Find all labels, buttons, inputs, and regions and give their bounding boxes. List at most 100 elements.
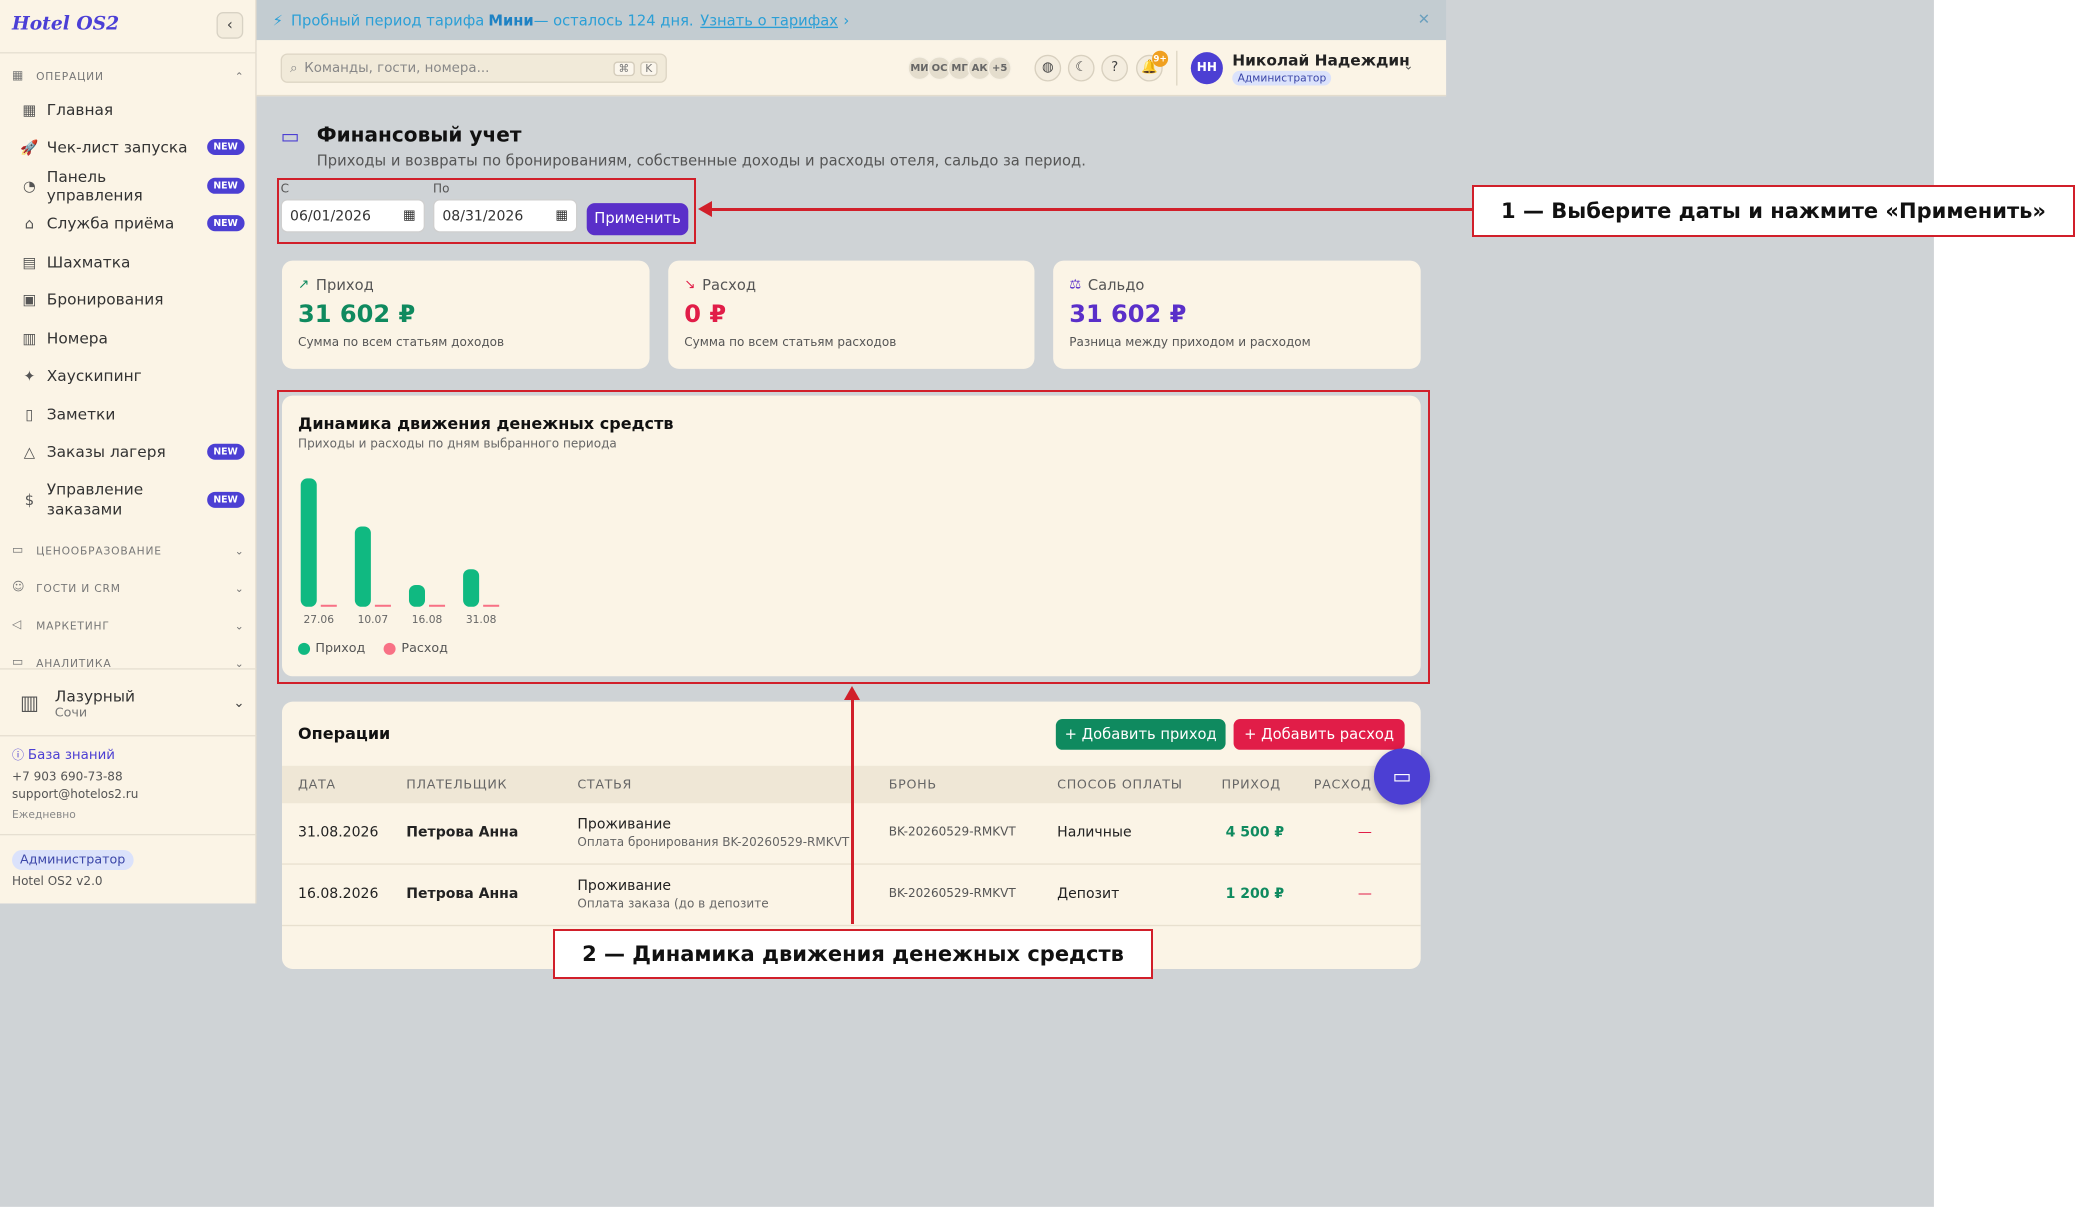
dollar-doc-icon: $ xyxy=(24,491,35,509)
sidebar-item-label: Чек-лист запуска xyxy=(46,137,188,157)
command-search-input[interactable]: ⌕ Команды, гости, номера... ⌘ K xyxy=(280,53,667,83)
row-item-note: Оплата заказа (до в депозите xyxy=(577,898,769,912)
row-payer: Петрова Анна xyxy=(406,824,519,841)
online-users[interactable]: МИ ОС МГ АК +5 xyxy=(907,56,1012,81)
top-bar: ⌕ Команды, гости, номера... ⌘ K МИ ОС МГ… xyxy=(256,40,1447,97)
user-avatar[interactable]: НН xyxy=(1190,52,1223,85)
row-booking[interactable]: BK-20260529-RMKVT xyxy=(889,887,1016,900)
annotation-box-dates xyxy=(277,178,696,244)
column-header[interactable]: ПЛАТЕЛЬЩИК xyxy=(406,778,507,793)
palette-button[interactable]: ◍ xyxy=(1034,54,1062,82)
user-name[interactable]: Николай Надеждин xyxy=(1232,51,1410,70)
layers-icon: ▦ xyxy=(12,69,25,83)
column-header[interactable]: СТАТЬЯ xyxy=(577,778,632,793)
row-booking[interactable]: BK-20260529-RMKVT xyxy=(889,826,1016,839)
sidebar-item-label: Бронирования xyxy=(46,290,164,309)
column-header[interactable]: ДАТА xyxy=(298,778,336,793)
chevron-up-icon: ⌃ xyxy=(234,70,245,83)
section-marketing[interactable]: ◁ МАРКЕТИНГ ⌄ xyxy=(12,616,245,635)
row-expense: — xyxy=(1357,886,1372,903)
notification-count: 9+ xyxy=(1152,50,1169,67)
row-income: 1 200 ₽ xyxy=(1225,886,1285,903)
annotation-arrow-head xyxy=(698,201,712,217)
annotation-arrow-line xyxy=(851,699,854,924)
hotel-name: Лазурный xyxy=(54,686,135,706)
row-date: 31.08.2026 xyxy=(298,824,379,841)
help-button[interactable]: ? xyxy=(1101,54,1129,82)
note-icon: ▯ xyxy=(25,405,34,424)
balance-note: Разница между приходом и расходом xyxy=(1069,336,1311,351)
column-header[interactable]: РАСХОД xyxy=(1314,778,1372,793)
knowledge-base-label: База знаний xyxy=(27,748,115,764)
sidebar-item-control-panel[interactable]: ◔ Панель управления NEW xyxy=(20,167,245,204)
sidebar-item-chessboard[interactable]: ▤ Шахматка xyxy=(20,249,245,276)
expense-card-header: ↘ Расход xyxy=(684,277,756,294)
chat-icon: ▭ xyxy=(1392,764,1412,789)
section-pricing[interactable]: ▭ ЦЕНООБРАЗОВАНИЕ ⌄ xyxy=(12,541,245,560)
chevron-down-icon[interactable]: ⌄ xyxy=(1403,60,1413,73)
hotel-switcher[interactable]: ▥ Лазурный Сочи ⌄ xyxy=(20,682,245,725)
layers-icon: ▭ xyxy=(12,543,25,558)
search-icon: ⌕ xyxy=(290,60,298,76)
income-note: Сумма по всем статьям доходов xyxy=(298,336,505,351)
section-operations[interactable]: ▦ ОПЕРАЦИИ ⌃ xyxy=(12,67,245,86)
sidebar-item-label: Номера xyxy=(46,328,108,348)
new-badge: NEW xyxy=(206,138,245,156)
lightning-icon: ⚡ xyxy=(272,11,283,29)
sidebar-item-order-management[interactable]: $ Управление заказами NEW xyxy=(20,478,245,521)
column-header[interactable]: СПОСОБ ОПЛАТЫ xyxy=(1057,778,1182,793)
expense-label: Расход xyxy=(702,276,757,295)
sidebar-item-housekeeping[interactable]: ✦ Хаускипинг xyxy=(20,362,245,389)
sidebar-item-label: Хаускипинг xyxy=(46,366,142,385)
gauge-icon: ◔ xyxy=(22,177,36,195)
sidebar-item-bookings[interactable]: ▣ Бронирования xyxy=(20,286,245,313)
divider xyxy=(0,735,257,737)
sparkle-icon: ✦ xyxy=(23,366,36,385)
divider xyxy=(0,52,257,54)
expense-card: ↘ Расход 0 ₽ Сумма по всем статьям расход… xyxy=(668,260,1035,369)
sidebar-item-launch-checklist[interactable]: 🚀 Чек-лист запуска NEW xyxy=(20,134,245,161)
divider xyxy=(0,833,257,836)
trend-down-icon: ↘ xyxy=(684,277,696,293)
scales-icon: ⚖ xyxy=(1069,277,1082,293)
plus-icon: + xyxy=(1244,725,1257,744)
section-label: ЦЕНООБРАЗОВАНИЕ xyxy=(36,544,162,557)
income-card-header: ↗ Приход xyxy=(298,277,374,294)
column-header[interactable]: ПРИХОД xyxy=(1222,778,1281,793)
theme-toggle-button[interactable]: ☾ xyxy=(1067,54,1095,82)
support-email[interactable]: support@hotelos2.ru xyxy=(12,789,138,802)
sidebar-item-camp-orders[interactable]: △ Заказы лагеря NEW xyxy=(20,438,245,465)
chat-button[interactable]: ▭ xyxy=(1373,748,1431,805)
shortcut-key: K xyxy=(639,60,658,76)
megaphone-icon: ◁ xyxy=(12,618,23,633)
add-expense-button[interactable]: + Добавить расход xyxy=(1233,719,1405,750)
new-badge: NEW xyxy=(206,443,245,460)
sidebar-item-notes[interactable]: ▯ Заметки xyxy=(20,401,245,428)
annotation-arrow-head xyxy=(844,686,860,700)
chevron-down-icon: ⌄ xyxy=(233,695,245,711)
promo-suffix: — осталось 124 дня. xyxy=(533,11,694,29)
chevron-left-icon: ‹ xyxy=(226,16,233,34)
column-header[interactable]: БРОНЬ xyxy=(889,778,937,793)
annotation-label-2: 2 — Динамика движения денежных средств xyxy=(553,929,1153,979)
income-value: 31 602 ₽ xyxy=(298,300,416,329)
app-logo[interactable]: Hotel OS2 xyxy=(12,13,119,34)
support-phone[interactable]: +7 903 690-73-88 xyxy=(12,771,123,784)
add-income-button[interactable]: + Добавить приход xyxy=(1055,719,1226,750)
wallet-icon: ▭ xyxy=(280,124,300,149)
balance-label: Сальдо xyxy=(1087,276,1145,295)
chevron-down-icon: ⌄ xyxy=(234,582,245,595)
trend-up-icon: ↗ xyxy=(298,277,310,293)
sidebar-item-front-desk[interactable]: ⌂ Служба приёма NEW xyxy=(20,210,245,237)
pricing-link[interactable]: Узнать о тарифах xyxy=(700,11,838,28)
sidebar-collapse-button[interactable]: ‹ xyxy=(216,12,244,39)
close-icon[interactable]: ✕ xyxy=(1418,11,1430,28)
knowledge-base-link[interactable]: ⓘ База знаний xyxy=(12,746,115,763)
row-method: Депозит xyxy=(1057,886,1120,903)
balance-card: ⚖ Сальдо 31 602 ₽ Разница между приходом … xyxy=(1053,260,1421,369)
divider xyxy=(0,668,257,670)
sidebar-item-home[interactable]: ▦ Главная xyxy=(20,96,245,123)
sidebar-item-rooms[interactable]: ▥ Номера xyxy=(20,325,245,352)
section-guests-crm[interactable]: ☺ ГОСТИ И CRM ⌄ xyxy=(12,579,245,598)
page-title: Финансовый учет xyxy=(316,122,522,148)
